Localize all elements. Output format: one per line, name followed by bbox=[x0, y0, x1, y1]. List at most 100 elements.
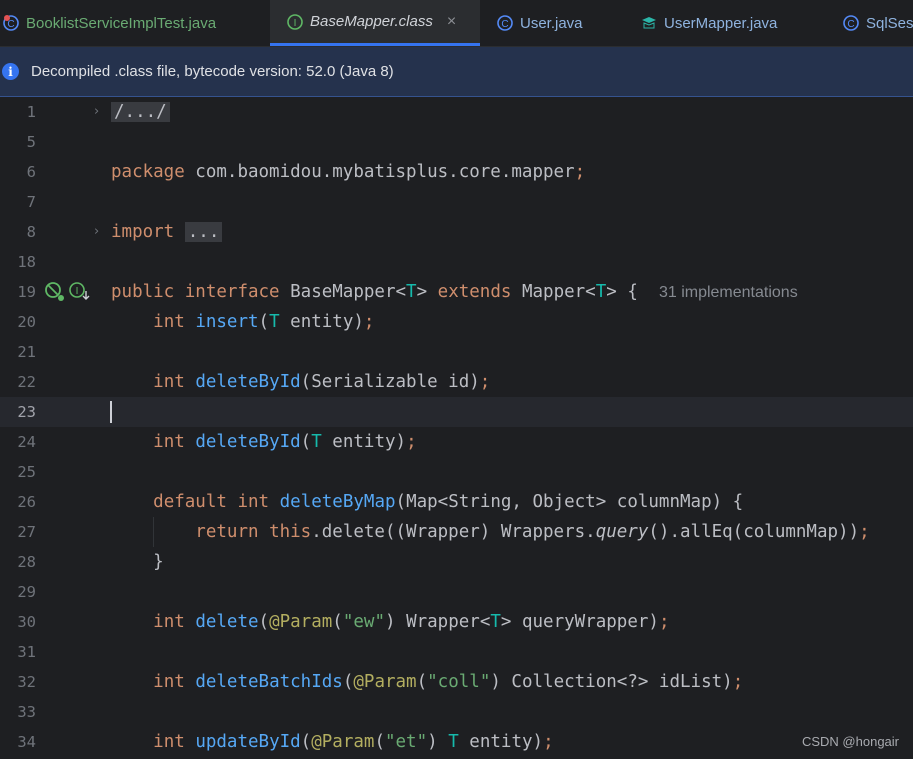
line-number: 27 bbox=[17, 523, 36, 541]
close-icon[interactable]: × bbox=[447, 13, 456, 31]
tab-label: User.java bbox=[520, 14, 583, 32]
info-icon: i bbox=[2, 63, 19, 80]
watermark: CSDN @hongair bbox=[801, 734, 899, 749]
code-line[interactable]: 25 bbox=[0, 457, 913, 487]
code-token: .delete((Wrapper) Wrappers. bbox=[311, 522, 596, 542]
code-editor[interactable]: 1 › /.../ 5 6 package com.baomidou.mybat… bbox=[0, 97, 913, 759]
svg-text:I: I bbox=[76, 286, 79, 297]
tab-user-mapper-java[interactable]: UserMapper.java bbox=[640, 0, 777, 46]
method-name: insert bbox=[195, 312, 259, 332]
keyword: return bbox=[195, 522, 259, 542]
decompiled-info-banner: i Decompiled .class file, bytecode versi… bbox=[0, 47, 913, 97]
string-literal: "et" bbox=[384, 732, 428, 752]
keyword: int bbox=[153, 432, 185, 452]
code-token: > bbox=[416, 282, 438, 302]
class-icon: C bbox=[496, 14, 514, 32]
code-line[interactable]: 6 package com.baomidou.mybatisplus.core.… bbox=[0, 157, 913, 187]
type-param: T bbox=[448, 732, 459, 752]
annotation: @Param bbox=[353, 672, 417, 692]
keyword: int bbox=[153, 672, 185, 692]
type-param: T bbox=[490, 612, 501, 632]
code-line[interactable]: 32 int deleteBatchIds(@Param("coll") Col… bbox=[0, 667, 913, 697]
tab-base-mapper-class[interactable]: I BaseMapper.class × bbox=[270, 0, 480, 46]
current-line[interactable]: 23 bbox=[0, 397, 913, 427]
code-token: ) Wrapper< bbox=[385, 612, 491, 632]
svg-text:C: C bbox=[501, 19, 508, 30]
svg-text:I: I bbox=[294, 18, 297, 29]
code-token: ) Collection<?> idList) bbox=[490, 672, 733, 692]
text-caret bbox=[110, 401, 112, 423]
line-number: 33 bbox=[17, 703, 36, 721]
line-number: 22 bbox=[17, 373, 36, 391]
code-token: ( bbox=[300, 732, 312, 752]
closing-brace: } bbox=[153, 552, 164, 572]
code-token: > queryWrapper) bbox=[500, 612, 659, 632]
type-param: T bbox=[269, 312, 280, 332]
folded-region[interactable]: ... bbox=[184, 222, 223, 242]
annotation: @Param bbox=[311, 732, 375, 752]
code-token: (Map<String, Object> columnMap) { bbox=[395, 492, 744, 512]
tab-sqlsession[interactable]: C SqlSes bbox=[842, 0, 913, 46]
code-token: ( bbox=[342, 672, 354, 692]
static-method: query bbox=[595, 522, 649, 542]
banner-text: Decompiled .class file, bytecode version… bbox=[31, 63, 394, 80]
line-number: 31 bbox=[17, 643, 36, 661]
svg-text:C: C bbox=[847, 19, 854, 30]
code-line[interactable]: 26 default int deleteByMap(Map<String, O… bbox=[0, 487, 913, 517]
line-number: 32 bbox=[17, 673, 36, 691]
code-line[interactable]: 21 bbox=[0, 337, 913, 367]
code-line[interactable]: 33 bbox=[0, 697, 913, 727]
folded-region[interactable]: /.../ bbox=[111, 102, 170, 122]
code-line[interactable]: 34 int updateById(@Param("et") T entity)… bbox=[0, 727, 913, 757]
line-number: 23 bbox=[17, 403, 36, 421]
line-number: 19 bbox=[17, 283, 36, 301]
string-literal: "coll" bbox=[427, 672, 491, 692]
test-class-icon: C bbox=[2, 14, 20, 32]
code-token: (Serializable id) bbox=[300, 372, 480, 392]
method-name: updateById bbox=[195, 732, 301, 752]
keyword: int bbox=[153, 372, 185, 392]
type-param: T bbox=[311, 432, 322, 452]
implementations-hint[interactable]: 31 implementations bbox=[659, 284, 798, 301]
line-number: 18 bbox=[17, 253, 36, 271]
editor-tab-bar: C BooklistServiceImplTest.java I BaseMap… bbox=[0, 0, 913, 47]
code-token: ().allEq(columnMap)) bbox=[648, 522, 860, 542]
code-line[interactable]: 8 › import ... bbox=[0, 217, 913, 247]
line-number: 24 bbox=[17, 433, 36, 451]
line-number: 8 bbox=[26, 223, 36, 241]
code-line[interactable]: 1 › /.../ bbox=[0, 97, 913, 127]
semicolon: ; bbox=[479, 372, 491, 392]
method-name: deleteById bbox=[195, 372, 301, 392]
code-token: entity) bbox=[321, 432, 407, 452]
code-line[interactable]: 31 bbox=[0, 637, 913, 667]
keyword: this bbox=[269, 522, 312, 542]
line-number: 29 bbox=[17, 583, 36, 601]
annotation: @Param bbox=[269, 612, 333, 632]
code-line[interactable]: 22 int deleteById(Serializable id); bbox=[0, 367, 913, 397]
code-line[interactable]: 20 int insert(T entity); bbox=[0, 307, 913, 337]
code-line[interactable]: 19 I public interface BaseMapper<T> exte… bbox=[0, 277, 913, 307]
method-name: deleteByMap bbox=[279, 492, 396, 512]
code-line[interactable]: 28 } bbox=[0, 547, 913, 577]
code-line[interactable]: 18 bbox=[0, 247, 913, 277]
package-name: com.baomidou.mybatisplus.core.mapper bbox=[184, 162, 575, 182]
semicolon: ; bbox=[406, 432, 417, 452]
tab-user-java[interactable]: C User.java bbox=[496, 0, 583, 46]
chevron-right-icon[interactable]: › bbox=[94, 97, 99, 127]
line-number: 5 bbox=[26, 133, 36, 151]
line-number: 7 bbox=[26, 193, 36, 211]
line-number: 20 bbox=[17, 313, 36, 331]
code-line[interactable]: 7 bbox=[0, 187, 913, 217]
code-line[interactable]: 27 return this.delete((Wrapper) Wrappers… bbox=[0, 517, 913, 547]
method-name: delete bbox=[195, 612, 259, 632]
keyword: int bbox=[153, 612, 185, 632]
code-line[interactable]: 24 int deleteById(T entity); bbox=[0, 427, 913, 457]
code-line[interactable]: 30 int delete(@Param("ew") Wrapper<T> qu… bbox=[0, 607, 913, 637]
line-number: 6 bbox=[26, 163, 36, 181]
mapper-icon bbox=[640, 14, 658, 32]
chevron-right-icon[interactable]: › bbox=[94, 217, 99, 247]
type-param: T bbox=[406, 282, 417, 302]
code-line[interactable]: 5 bbox=[0, 127, 913, 157]
code-line[interactable]: 29 bbox=[0, 577, 913, 607]
tab-booklist-service-impl-test[interactable]: C BooklistServiceImplTest.java bbox=[2, 0, 216, 46]
